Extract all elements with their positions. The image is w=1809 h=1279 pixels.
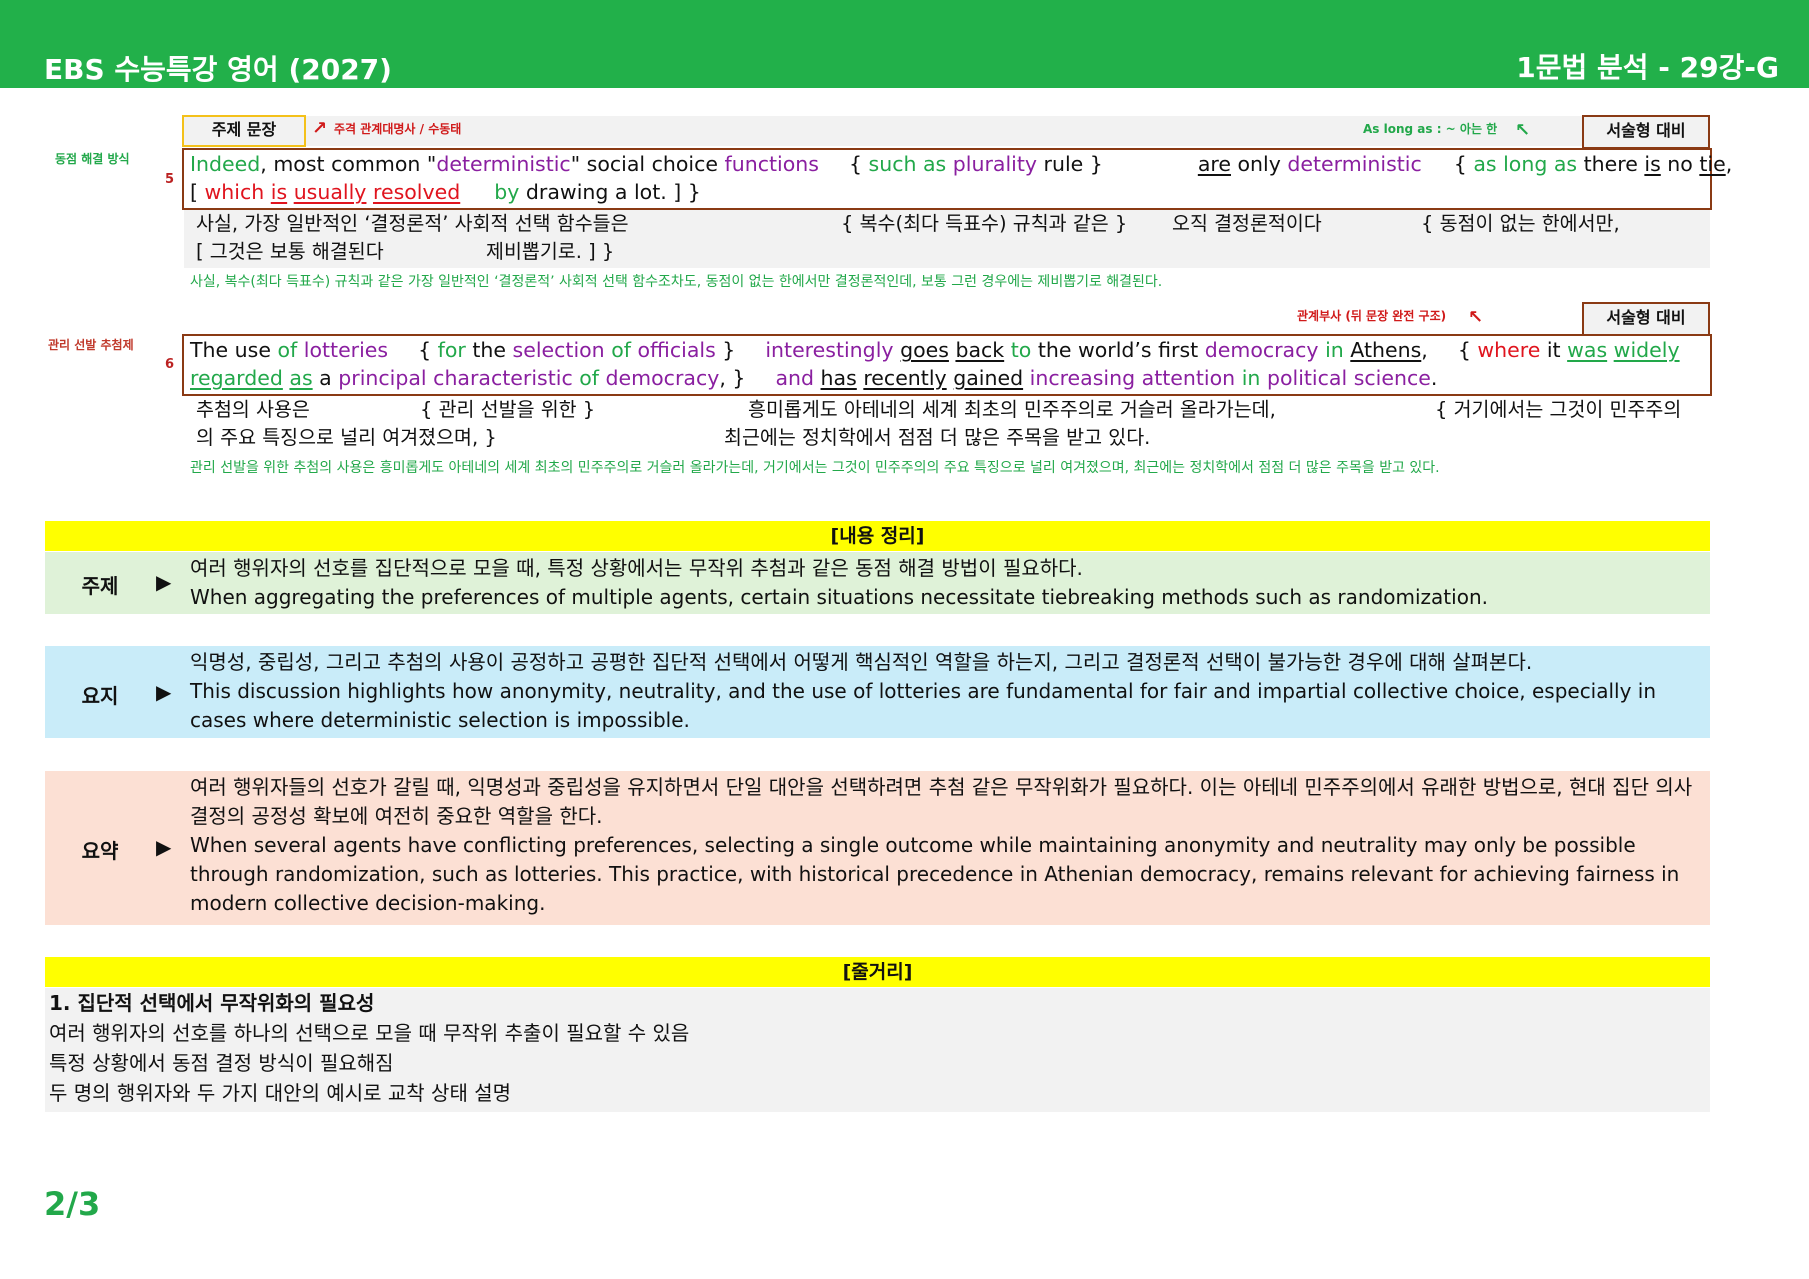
s5-number: 5: [165, 172, 175, 187]
topic-sentence-tag: 주제 문장: [182, 115, 306, 147]
abstract-label: 요약: [81, 839, 119, 863]
book-title: EBS 수능특강 영어 (2027): [44, 53, 392, 86]
story-line: 특정 상황에서 동점 결정 방식이 필요해짐: [49, 1051, 394, 1075]
s6-korean-translation: 추첨의 사용은 { 관리 선발을 위한 } 흥미롭게도 아테네의 세계 최초의 …: [184, 396, 1710, 454]
play-arrow-icon: ▶: [156, 680, 172, 704]
s6-free-translation: 관리 선발을 위한 추첨의 사용은 흥미롭게도 아테네의 세계 최초의 민주주의…: [190, 460, 1440, 476]
story-title: 1. 집단적 선택에서 무작위화의 필요성: [49, 991, 375, 1015]
note-relative-passive: 주격 관계대명사 / 수동태: [334, 122, 462, 136]
s5-english-sentence: Indeed, most common "deterministic" soci…: [182, 148, 1732, 210]
gist-label: 요지: [81, 684, 119, 708]
page-number: 2/3: [44, 1185, 101, 1223]
topic-label: 주제: [81, 574, 119, 598]
story-line: 두 명의 행위자와 두 가지 대안의 예시로 교착 상태 설명: [49, 1081, 512, 1105]
play-arrow-icon: ▶: [156, 570, 172, 594]
summary-heading: [내용 정리]: [45, 521, 1710, 551]
note-as-long-as: As long as : ~ 아는 한: [1363, 122, 1498, 136]
gist-text: 익명성, 중립성, 그리고 추첨의 사용이 공정하고 공평한 집단적 선택에서 …: [190, 650, 1657, 732]
s5-korean-translation: 사실, 가장 일반적인 ‘결정론적’ 사회적 선택 함수들은 { 복수(최다 득…: [184, 210, 1710, 268]
summary-abstract: 요약 ▶ 여러 행위자들의 선호가 갈릴 때, 익명성과 중립성을 유지하면서 …: [45, 771, 1710, 925]
s5-side-label: 동점 해결 방식: [55, 152, 130, 166]
s6-side-label: 관리 선발 추첨제: [48, 338, 134, 352]
story-heading: [줄거리]: [45, 957, 1710, 987]
essay-prep-tag: 서술형 대비: [1582, 302, 1710, 336]
s6-english-sentence: The use of lotteries{ for the selection …: [182, 334, 1712, 396]
s5-free-translation: 사실, 복수(최다 득표수) 규칙과 같은 가장 일반적인 ‘결정론적’ 사회적…: [190, 274, 1163, 290]
s6-number: 6: [165, 357, 175, 372]
abstract-text: 여러 행위자들의 선호가 갈릴 때, 익명성과 중립성을 유지하면서 단일 대안…: [190, 775, 1693, 915]
note-relative-adverb: 관계부사 (뒤 문장 완전 구조): [1297, 309, 1447, 323]
topic-text: 여러 행위자의 선호를 집단적으로 모을 때, 특정 상황에서는 무작위 추첨과…: [190, 556, 1488, 609]
essay-prep-tag: 서술형 대비: [1582, 115, 1710, 149]
summary-gist: 요지 ▶ 익명성, 중립성, 그리고 추첨의 사용이 공정하고 공평한 집단적 …: [45, 646, 1710, 738]
story-body: 1. 집단적 선택에서 무작위화의 필요성 여러 행위자의 선호를 하나의 선택…: [45, 988, 1710, 1112]
curved-arrow-icon: ↖: [1468, 307, 1484, 328]
page-header: EBS 수능특강 영어 (2027) 1문법 분석 - 29강-G: [0, 0, 1809, 88]
curved-arrow-icon: ↖: [1515, 120, 1531, 141]
lesson-title: 1문법 분석 - 29강-G: [1516, 51, 1779, 84]
story-line: 여러 행위자의 선호를 하나의 선택으로 모을 때 무작위 추출이 필요할 수 …: [49, 1021, 690, 1045]
summary-topic: 주제 ▶ 여러 행위자의 선호를 집단적으로 모을 때, 특정 상황에서는 무작…: [45, 552, 1710, 614]
play-arrow-icon: ▶: [156, 835, 172, 859]
curved-arrow-icon: ↗: [312, 118, 328, 139]
